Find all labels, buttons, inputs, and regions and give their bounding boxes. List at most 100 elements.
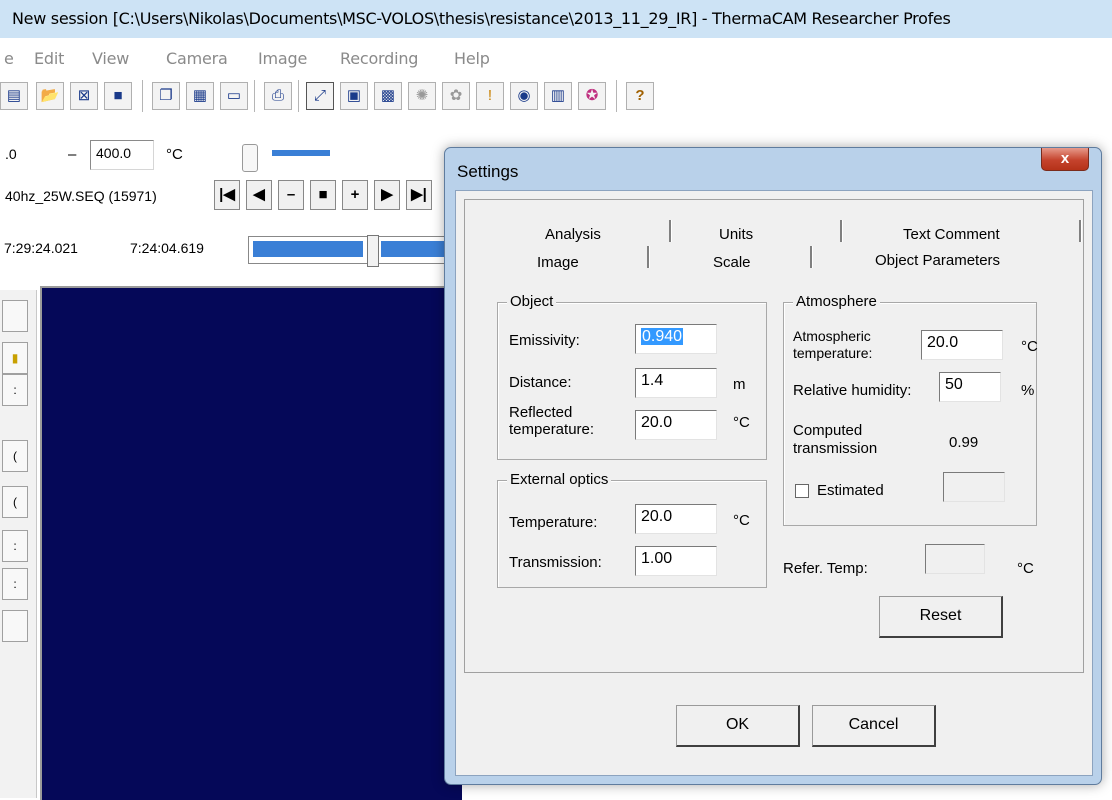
time-slider-thumb[interactable] (367, 235, 379, 267)
analysis-icon[interactable]: ✿ (442, 82, 470, 110)
optics-temperature-field[interactable]: 20.0 (635, 504, 717, 534)
external-optics-title: External optics (507, 471, 612, 488)
transmission-label: Transmission: (509, 554, 602, 571)
copy-image-icon[interactable]: ▦ (186, 82, 214, 110)
camera-icon[interactable]: ▣ (340, 82, 368, 110)
humidity-unit: % (1021, 382, 1035, 399)
stop-button[interactable]: ■ (310, 180, 336, 210)
sequence-file-field[interactable]: 40hz_25W.SEQ (15971) (0, 182, 210, 212)
estimated-label: Estimated (817, 482, 884, 499)
computed-transmission-label: Computed transmission (793, 422, 878, 457)
color-icon[interactable]: ✪ (578, 82, 606, 110)
humidity-field[interactable]: 50 (939, 372, 1001, 402)
menu-recording[interactable]: Recording (340, 49, 418, 68)
play-button[interactable]: ▶ (374, 180, 400, 210)
close-button[interactable]: x (1041, 148, 1089, 171)
range-dash: – (68, 146, 77, 163)
range-min-field[interactable]: .0 (0, 140, 60, 170)
menu-file[interactable]: e (4, 49, 14, 68)
external-optics-group (497, 480, 767, 588)
tool-button-2[interactable]: ▮ (2, 342, 28, 374)
tab-image[interactable]: Image (537, 254, 579, 271)
tab-analysis[interactable]: Analysis (545, 226, 601, 243)
atmosphere-group-title: Atmosphere (793, 293, 880, 310)
menu-bar: e Edit View Camera Image Recording Help (0, 38, 1112, 74)
window-title: New session [C:\Users\Nikolas\Documents\… (12, 9, 951, 28)
tab-object-parameters[interactable]: Object Parameters (875, 252, 1000, 269)
toolbar: ▤ 📂 ⊠ ■ ❐ ▦ ▭ ⎙ ⤢ ▣ ▩ ✺ ✿ ǃ ◉ ▥ ✪ ? (0, 74, 820, 118)
open-image-icon[interactable]: ⊠ (70, 82, 98, 110)
reflected-temperature-field[interactable]: 20.0 (635, 410, 717, 440)
menu-camera[interactable]: Camera (166, 49, 228, 68)
palette-icon[interactable]: ✺ (408, 82, 436, 110)
time-slider[interactable] (248, 235, 450, 267)
distance-field[interactable]: 1.4 (635, 368, 717, 398)
refer-temp-unit: °C (1017, 560, 1034, 577)
tool-button-6[interactable]: : (2, 530, 28, 562)
reflected-temperature-unit: °C (733, 414, 750, 431)
optics-temperature-label: Temperature: (509, 514, 598, 531)
ok-button[interactable]: OK (676, 705, 800, 747)
paste-icon[interactable]: ▭ (220, 82, 248, 110)
menu-view[interactable]: View (92, 49, 129, 68)
tool-button-8[interactable] (2, 610, 28, 642)
dialog-client: Analysis Units Text Comment Image Scale … (455, 190, 1093, 776)
first-frame-button[interactable]: |◀ (214, 180, 240, 210)
range-slider-fill (272, 150, 330, 156)
emissivity-field[interactable]: 0.940 (635, 324, 717, 354)
thermal-image[interactable] (40, 286, 462, 800)
time-current: 7:24:04.619 (130, 240, 204, 256)
fit-icon[interactable]: ⤢ (306, 82, 334, 110)
sequence-row: 40hz_25W.SEQ (15971) |◀ ◀ – ■ + ▶ ▶| (0, 180, 460, 212)
menu-image[interactable]: Image (258, 49, 307, 68)
distance-unit: m (733, 376, 746, 393)
settings-icon[interactable]: ▥ (544, 82, 572, 110)
time-slider-rest (381, 241, 447, 257)
tool-button-1[interactable] (2, 300, 28, 332)
estimated-checkbox[interactable] (795, 484, 809, 498)
settings-dialog: Settings x Analysis Units Text Comment I… (444, 147, 1102, 785)
tab-scale[interactable]: Scale (713, 254, 751, 271)
step-minus-button[interactable]: – (278, 180, 304, 210)
distance-label: Distance: (509, 374, 572, 391)
time-start: 7:29:24.021 (4, 240, 78, 256)
prev-frame-button[interactable]: ◀ (246, 180, 272, 210)
tab-text-comment[interactable]: Text Comment (903, 226, 1000, 243)
range-max-field[interactable]: 400.0 (90, 140, 154, 170)
cancel-button[interactable]: Cancel (812, 705, 936, 747)
step-plus-button[interactable]: + (342, 180, 368, 210)
tab-units[interactable]: Units (719, 226, 753, 243)
atmospheric-temperature-field[interactable]: 20.0 (921, 330, 1003, 360)
left-tool-strip: ▮ : ( ( : : (0, 290, 37, 798)
save-icon[interactable]: ■ (104, 82, 132, 110)
last-frame-button[interactable]: ▶| (406, 180, 432, 210)
open-icon[interactable]: 📂 (36, 82, 64, 110)
dialog-title: Settings (457, 162, 519, 181)
tool-button-7[interactable]: : (2, 568, 28, 600)
tool-button-5[interactable]: ( (2, 486, 28, 518)
copy-icon[interactable]: ❐ (152, 82, 180, 110)
tool-button-3[interactable]: : (2, 374, 28, 406)
range-slider-thumb[interactable] (242, 144, 258, 172)
estimated-field[interactable] (943, 472, 1005, 502)
tool-button-4[interactable]: ( (2, 440, 28, 472)
record-icon[interactable]: ◉ (510, 82, 538, 110)
atmospheric-temperature-label: Atmospheric temperature: (793, 328, 873, 361)
menu-edit[interactable]: Edit (34, 49, 64, 68)
time-slider-fill (253, 241, 363, 257)
refer-temp-label: Refer. Temp: (783, 560, 868, 577)
new-icon[interactable]: ▤ (0, 82, 28, 110)
object-group-title: Object (507, 293, 557, 310)
emissivity-label: Emissivity: (509, 332, 580, 349)
image-icon[interactable]: ▩ (374, 82, 402, 110)
transmission-field[interactable]: 1.00 (635, 546, 717, 576)
refer-temp-field[interactable] (925, 544, 985, 574)
reset-button[interactable]: Reset (879, 596, 1003, 638)
menu-help[interactable]: Help (454, 49, 490, 68)
atmospheric-temperature-unit: °C (1021, 338, 1038, 355)
humidity-label: Relative humidity: (793, 382, 912, 399)
print-icon[interactable]: ⎙ (264, 82, 292, 110)
range-unit: °C (166, 146, 183, 163)
help-icon[interactable]: ? (626, 82, 654, 110)
marker-icon[interactable]: ǃ (476, 82, 504, 110)
